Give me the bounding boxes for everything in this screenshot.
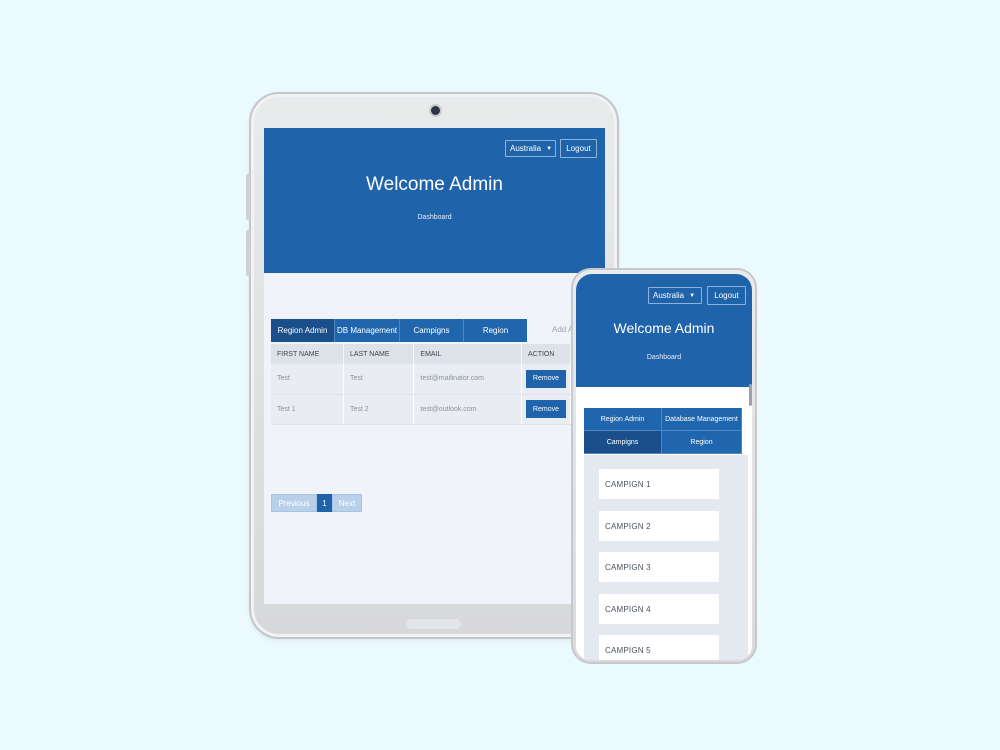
tab-db-management[interactable]: DB Management [335, 319, 400, 342]
tablet-volume-button [246, 230, 250, 276]
last-name-cell: Test 2 [343, 394, 415, 425]
scrollbar[interactable] [749, 384, 752, 406]
header: Australia ▼ Logout Welcome Admin Dashboa… [264, 128, 605, 273]
remove-button[interactable]: Remove [525, 369, 566, 388]
list-item[interactable]: CAMPIGN 3 [599, 552, 719, 582]
action-cell: Remove [521, 364, 572, 395]
camera-icon [431, 106, 440, 115]
tab-bar: Region Admin DB Management Campigns Regi… [271, 319, 527, 342]
region-select[interactable]: Australia ▼ [648, 287, 702, 304]
table-header-row: FIRST NAME LAST NAME EMAIL ACTION [271, 344, 572, 364]
tab-region[interactable]: Region [464, 319, 527, 342]
action-cell: Remove [521, 394, 572, 425]
logout-button[interactable]: Logout [707, 286, 746, 305]
first-name-cell: Test [271, 364, 344, 395]
chevron-down-icon: ▼ [546, 145, 553, 152]
email-cell: test@outlook.com [413, 394, 522, 425]
list-item[interactable]: CAMPIGN 5 [599, 635, 719, 660]
tablet-screen: Australia ▼ Logout Welcome Admin Dashboa… [264, 128, 605, 604]
tab-region-admin[interactable]: Region Admin [271, 319, 335, 342]
previous-page-button[interactable]: Previous [271, 494, 317, 512]
table-row: Test Test test@mailinator.com Remove [271, 364, 572, 395]
remove-button[interactable]: Remove [525, 400, 566, 418]
column-header: FIRST NAME [271, 344, 344, 364]
list-item[interactable]: CAMPIGN 2 [599, 511, 719, 541]
region-select[interactable]: Australia ▼ [505, 140, 556, 157]
page-title: Welcome Admin [366, 174, 503, 195]
tab-region-admin[interactable]: Region Admin [584, 408, 662, 431]
page-title: Welcome Admin [613, 320, 715, 336]
tab-campigns[interactable]: Campigns [584, 431, 662, 454]
logout-button[interactable]: Logout [560, 139, 597, 158]
tab-region[interactable]: Region [662, 431, 742, 454]
tablet-device: Australia ▼ Logout Welcome Admin Dashboa… [246, 92, 619, 639]
tab-database-management[interactable]: Database Management [662, 408, 742, 431]
region-select-value: Australia [510, 144, 542, 153]
tab-bar: Region Admin Database Management Campign… [584, 408, 742, 454]
next-page-button[interactable]: Next [332, 494, 362, 512]
column-header: LAST NAME [343, 344, 415, 364]
first-name-cell: Test 1 [271, 394, 344, 425]
region-select-value: Australia [653, 291, 685, 300]
campaign-list: CAMPIGN 1 CAMPIGN 2 CAMPIGN 3 CAMPIGN 4 … [584, 455, 748, 660]
phone-screen: Australia ▼ Logout Welcome Admin Dashboa… [576, 274, 752, 660]
page-number-button[interactable]: 1 [317, 494, 332, 512]
last-name-cell: Test [343, 364, 415, 395]
admin-table: FIRST NAME LAST NAME EMAIL ACTION Test T… [271, 344, 572, 425]
email-cell: test@mailinator.com [413, 364, 522, 395]
pagination: Previous 1 Next [271, 494, 362, 512]
dashboard-link[interactable]: Dashboard [576, 354, 752, 361]
phone-device: Australia ▼ Logout Welcome Admin Dashboa… [571, 268, 757, 664]
header: Australia ▼ Logout Welcome Admin Dashboa… [576, 274, 752, 387]
tablet-home-button [406, 619, 461, 629]
dashboard-link[interactable]: Dashboard [264, 214, 605, 221]
column-header: ACTION [521, 344, 572, 364]
tab-campigns[interactable]: Campigns [400, 319, 464, 342]
list-item[interactable]: CAMPIGN 4 [599, 594, 719, 624]
tablet-volume-button [246, 174, 250, 220]
table-row: Test 1 Test 2 test@outlook.com Remove [271, 394, 572, 425]
column-header: EMAIL [413, 344, 522, 364]
list-item[interactable]: CAMPIGN 1 [599, 469, 719, 499]
chevron-down-icon: ▼ [689, 292, 696, 299]
